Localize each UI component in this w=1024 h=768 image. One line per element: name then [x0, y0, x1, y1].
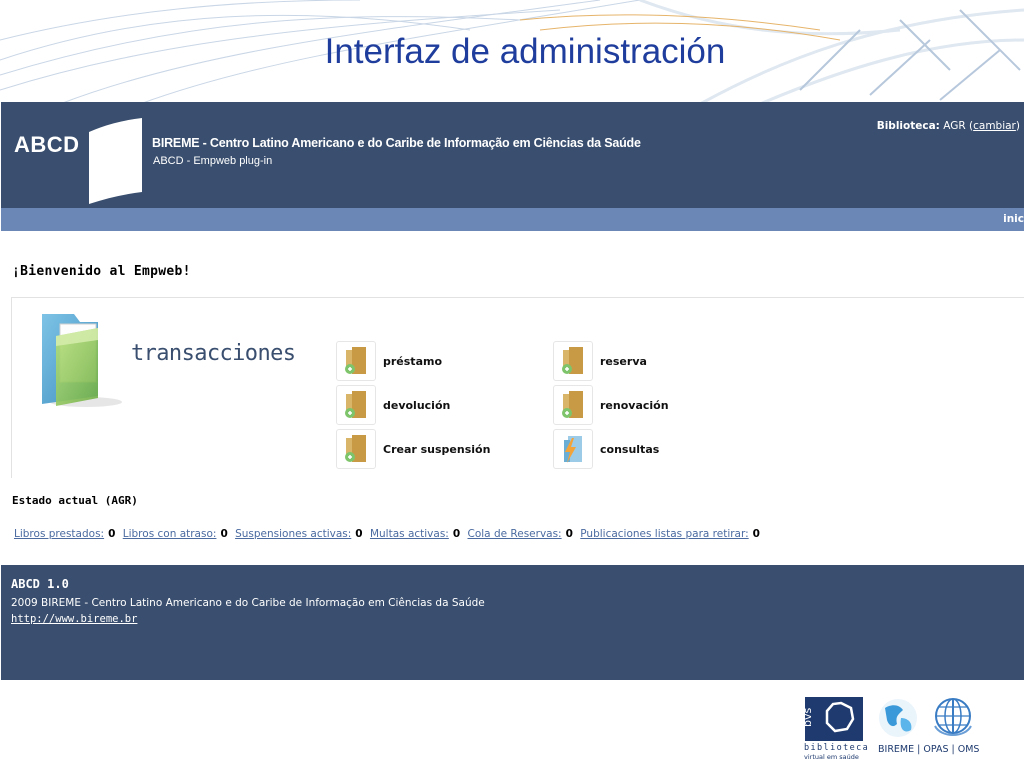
bvs-caption-sub: virtual em saúde [804, 753, 859, 761]
stat-link-libros-atraso[interactable]: Libros con atraso: [123, 528, 217, 540]
action-consultas[interactable]: consultas [553, 429, 659, 469]
action-label: devolución [383, 398, 451, 412]
section-title: transacciones [131, 341, 296, 366]
nav-home-link[interactable]: inic [1003, 213, 1024, 225]
action-crear-suspension[interactable]: Crear suspensión [336, 429, 490, 469]
action-devolucion[interactable]: devolución [336, 385, 450, 425]
partners-caption: BIREME | OPAS | OMS [878, 744, 980, 755]
bvs-logo-text: bvs [805, 708, 814, 727]
stat-link-multas[interactable]: Multas activas: [370, 528, 449, 540]
bvs-caption: biblioteca [804, 743, 870, 753]
library-label: Biblioteca: [876, 120, 940, 132]
stat-link-libros-prestados[interactable]: Libros prestados: [14, 528, 104, 540]
folder-add-icon [553, 385, 593, 425]
lightning-folder-icon [553, 429, 593, 469]
institution-name: BIREME - Centro Latino Americano e do Ca… [152, 136, 641, 150]
bvs-logo: bvs [801, 697, 863, 741]
footer-copyright: 2009 BIREME - Centro Latino Americano e … [11, 597, 485, 609]
folder-add-icon [336, 429, 376, 469]
stat-value: 0 [452, 528, 461, 540]
stat-value: 0 [108, 528, 116, 540]
folder-icon [42, 314, 122, 407]
app-subtitle: ABCD - Empweb plug-in [153, 155, 273, 167]
transactions-panel: transacciones préstamo reserva devolució… [11, 297, 1024, 478]
app-footer: ABCD 1.0 2009 BIREME - Centro Latino Ame… [1, 565, 1024, 680]
action-reserva[interactable]: reserva [553, 341, 647, 381]
change-library-link[interactable]: cambiar [973, 120, 1016, 132]
action-label: préstamo [383, 354, 443, 368]
app-header: ABCD BIREME - Centro Latino Americano e … [1, 102, 1024, 208]
folder-add-icon [336, 385, 376, 425]
stat-link-suspensiones[interactable]: Suspensiones activas: [235, 528, 351, 540]
slide-title: Interfaz de administración [324, 32, 726, 71]
library-value: AGR [943, 120, 966, 132]
action-label: Crear suspensión [383, 442, 491, 456]
status-heading: Estado actual (AGR) [12, 494, 138, 507]
bireme-globe-logo [879, 699, 917, 737]
action-renovacion[interactable]: renovación [553, 385, 669, 425]
action-label: reserva [600, 354, 647, 368]
stat-value: 0 [752, 528, 760, 540]
stat-value: 0 [355, 528, 363, 540]
status-stats: Libros prestados: 0 Libros con atraso: 0 S… [14, 528, 764, 540]
folder-add-icon [553, 341, 593, 381]
action-label: consultas [600, 442, 660, 456]
who-logo [934, 698, 972, 736]
action-label: renovación [600, 398, 669, 412]
stat-link-cola-reservas[interactable]: Cola de Reservas: [468, 528, 562, 540]
abcd-logo-page-icon [89, 118, 142, 204]
stat-value: 0 [220, 528, 228, 540]
bvs-logo-mark: bvs [801, 701, 855, 733]
nav-bar: inic [1, 208, 1024, 231]
footer-version: ABCD 1.0 [11, 577, 69, 591]
abcd-logo: ABCD [14, 132, 80, 157]
folder-add-icon [336, 341, 376, 381]
welcome-heading: ¡Bienvenido al Empweb! [12, 264, 191, 279]
stat-value: 0 [565, 528, 573, 540]
footer-url-link[interactable]: http://www.bireme.br [11, 613, 137, 625]
library-info: Biblioteca: AGR (cambiar) [876, 120, 1020, 132]
action-prestamo[interactable]: préstamo [336, 341, 442, 381]
stat-link-publicaciones[interactable]: Publicaciones listas para retirar: [580, 528, 748, 540]
